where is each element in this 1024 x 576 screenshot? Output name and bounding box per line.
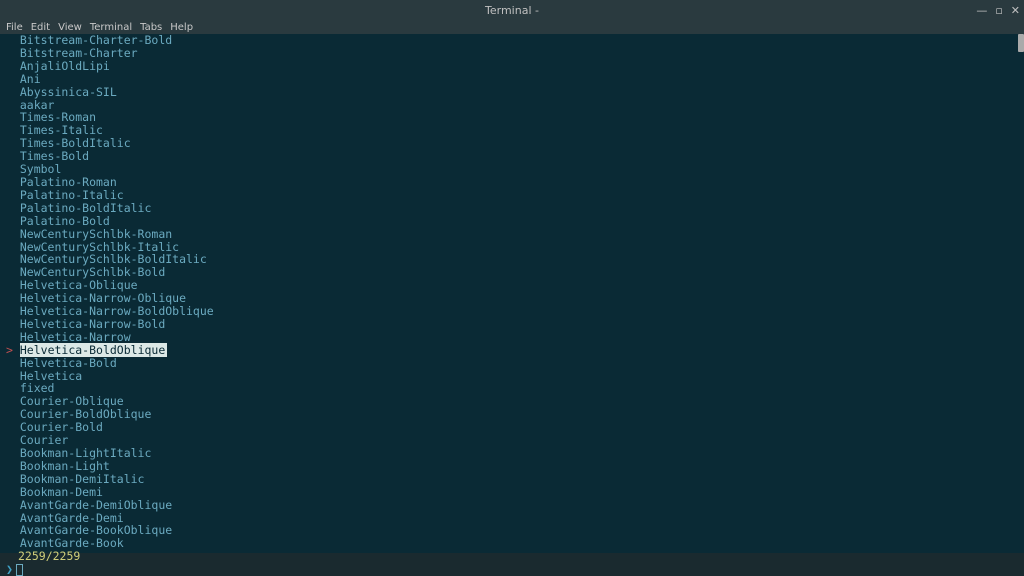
- list-item[interactable]: Times-Bold: [6, 150, 1018, 163]
- menu-edit[interactable]: Edit: [31, 22, 50, 33]
- list-item[interactable]: fixed: [6, 382, 1018, 395]
- list-item[interactable]: Bookman-Demi: [6, 486, 1018, 499]
- list-item[interactable]: Abyssinica-SIL: [6, 86, 1018, 99]
- list-item[interactable]: Courier: [6, 434, 1018, 447]
- list-item[interactable]: aakar: [6, 99, 1018, 112]
- maximize-icon[interactable]: ▫: [995, 4, 1002, 17]
- list-item[interactable]: Courier-Bold: [6, 421, 1018, 434]
- list-item[interactable]: Courier-BoldOblique: [6, 408, 1018, 421]
- list-item[interactable]: Helvetica: [6, 370, 1018, 383]
- list-item[interactable]: AvantGarde-BookOblique: [6, 524, 1018, 537]
- list-item[interactable]: Helvetica-Bold: [6, 357, 1018, 370]
- pointer-icon: >: [6, 343, 13, 357]
- result-counter: 2259/2259: [18, 550, 1018, 563]
- list-item[interactable]: AvantGarde-Book: [6, 537, 1018, 550]
- selected-item-label: Helvetica-BoldOblique: [20, 343, 167, 357]
- list-item[interactable]: Helvetica-Narrow: [6, 331, 1018, 344]
- terminal-output[interactable]: Bitstream-Charter-Bold Bitstream-Charter…: [0, 34, 1024, 553]
- list-item[interactable]: Ani: [6, 73, 1018, 86]
- list-item[interactable]: NewCenturySchlbk-Roman: [6, 228, 1018, 241]
- menubar: File Edit View Terminal Tabs Help: [0, 20, 1024, 34]
- list-item[interactable]: Bookman-Light: [6, 460, 1018, 473]
- menu-terminal[interactable]: Terminal: [90, 22, 132, 33]
- prompt-line[interactable]: ❯: [6, 563, 1018, 576]
- scrollbar[interactable]: [1018, 34, 1024, 553]
- list-item[interactable]: Helvetica-Narrow-BoldOblique: [6, 305, 1018, 318]
- list-item[interactable]: Bookman-DemiItalic: [6, 473, 1018, 486]
- menu-view[interactable]: View: [58, 22, 82, 33]
- menu-file[interactable]: File: [6, 22, 23, 33]
- list-item[interactable]: Bitstream-Charter-Bold: [6, 34, 1018, 47]
- list-item[interactable]: Palatino-Italic: [6, 189, 1018, 202]
- list-item[interactable]: Times-Roman: [6, 111, 1018, 124]
- list-item[interactable]: Courier-Oblique: [6, 395, 1018, 408]
- window-controls: — ▫ ✕: [976, 0, 1020, 20]
- scrollbar-thumb[interactable]: [1018, 34, 1024, 52]
- list-item[interactable]: Palatino-Bold: [6, 215, 1018, 228]
- list-item[interactable]: Times-Italic: [6, 124, 1018, 137]
- cursor: [16, 564, 23, 576]
- window-title: Terminal -: [485, 4, 539, 17]
- menu-tabs[interactable]: Tabs: [140, 22, 162, 33]
- prompt-icon: ❯: [6, 563, 13, 576]
- list-item[interactable]: Bitstream-Charter: [6, 47, 1018, 60]
- minimize-icon[interactable]: —: [976, 4, 987, 17]
- titlebar: Terminal - — ▫ ✕: [0, 0, 1024, 20]
- close-icon[interactable]: ✕: [1011, 4, 1020, 17]
- list-item[interactable]: AvantGarde-DemiOblique: [6, 499, 1018, 512]
- list-item[interactable]: Times-BoldItalic: [6, 137, 1018, 150]
- list-item[interactable]: AnjaliOldLipi: [6, 60, 1018, 73]
- list-item[interactable]: > Helvetica-BoldOblique: [6, 344, 1018, 357]
- list-item[interactable]: Palatino-BoldItalic: [6, 202, 1018, 215]
- list-item[interactable]: Helvetica-Narrow-Bold: [6, 318, 1018, 331]
- list-item[interactable]: Palatino-Roman: [6, 176, 1018, 189]
- list-item[interactable]: Symbol: [6, 163, 1018, 176]
- list-item[interactable]: Bookman-LightItalic: [6, 447, 1018, 460]
- menu-help[interactable]: Help: [170, 22, 193, 33]
- list-item[interactable]: NewCenturySchlbk-Bold: [6, 266, 1018, 279]
